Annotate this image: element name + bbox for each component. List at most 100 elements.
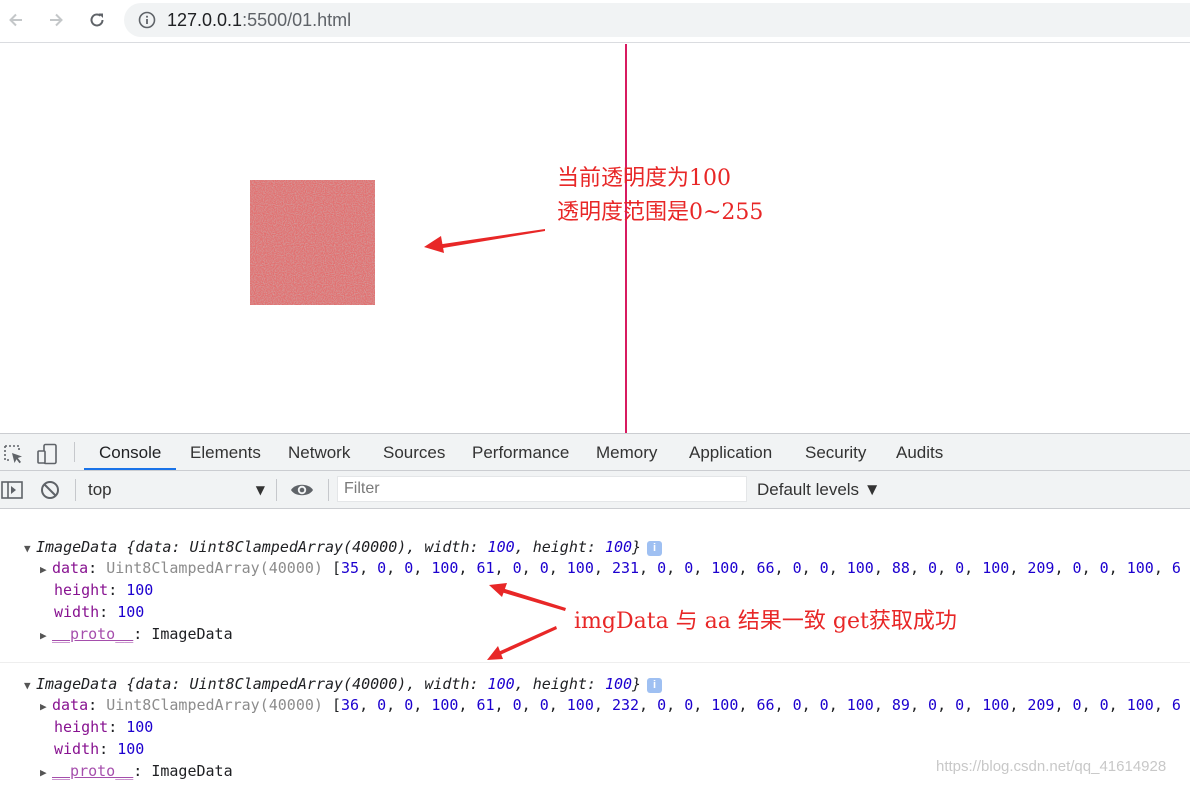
url-text[interactable]: 127.0.0.1:5500/01.html: [167, 9, 351, 31]
punctuation: ,: [548, 696, 567, 714]
punctuation: :: [88, 696, 107, 714]
property-value: ImageData: [151, 762, 233, 780]
punctuation: ,: [386, 696, 405, 714]
block-icon: [41, 481, 59, 499]
device-toolbar-button[interactable]: [36, 443, 60, 465]
array-value: 0: [377, 696, 387, 714]
tab-sources[interactable]: Sources: [383, 434, 445, 470]
reload-icon: [90, 13, 104, 27]
array-value: 0: [792, 696, 802, 714]
height-property: height: 100: [54, 579, 153, 601]
array-value: 66: [756, 559, 775, 577]
reload-button[interactable]: [84, 7, 110, 33]
punctuation: ,: [801, 696, 820, 714]
tab-application[interactable]: Application: [689, 434, 772, 470]
array-value: 66: [756, 696, 775, 714]
punctuation: ,: [458, 559, 477, 577]
context-selector[interactable]: top ▼: [81, 471, 271, 508]
array-value: 0: [1072, 696, 1082, 714]
punctuation: ,: [639, 696, 658, 714]
tab-elements[interactable]: Elements: [190, 434, 261, 470]
summary-text: {data: Uint8ClampedArray(40000), width:: [126, 675, 488, 693]
summary-text: , height:: [514, 538, 605, 556]
expand-triangle-icon[interactable]: ▶: [40, 696, 52, 718]
entry-summary[interactable]: ▼ ImageData {data: Uint8ClampedArray(4000…: [24, 536, 663, 560]
watermark: https://blog.csdn.net/qq_41614928: [936, 758, 1167, 775]
punctuation: ,: [548, 559, 567, 577]
punctuation: ,: [1081, 559, 1100, 577]
address-bar[interactable]: 127.0.0.1:5500/01.html: [124, 3, 1190, 37]
summary-height-value: 100: [604, 538, 633, 556]
data-property[interactable]: ▶ data: Uint8ClampedArray(40000) [35, 0, …: [40, 557, 1181, 579]
clear-console-button[interactable]: [38, 479, 62, 501]
punctuation: ,: [1153, 696, 1172, 714]
inspect-element-button[interactable]: [1, 443, 25, 465]
array-value: 100: [982, 559, 1010, 577]
summary-width-value: 100: [487, 538, 515, 556]
proto-property[interactable]: ▶ __proto__: ImageData: [40, 760, 233, 782]
tab-network[interactable]: Network: [288, 434, 350, 470]
console-toolbar: top ▼ Default levels ▼: [0, 471, 1190, 509]
punctuation: ,: [666, 696, 685, 714]
array-value: 89: [891, 696, 910, 714]
punctuation: ,: [521, 559, 540, 577]
height-property: height: 100: [54, 716, 153, 738]
back-button[interactable]: [3, 7, 29, 33]
tab-memory[interactable]: Memory: [596, 434, 657, 470]
entry-summary[interactable]: ▼ ImageData {data: Uint8ClampedArray(4000…: [24, 673, 663, 697]
live-expression-button[interactable]: [290, 479, 314, 501]
expand-triangle-icon[interactable]: ▶: [40, 762, 52, 784]
transparency-note: 当前透明度为100 透明度范围是0~255: [557, 162, 763, 230]
punctuation: ,: [1153, 559, 1172, 577]
forward-button[interactable]: [43, 7, 69, 33]
console-sidebar-button[interactable]: [0, 479, 24, 501]
array-value: 0: [512, 559, 522, 577]
punctuation: ,: [413, 696, 432, 714]
array-value: 100: [711, 559, 739, 577]
punctuation: ,: [1108, 696, 1127, 714]
property-type: Uint8ClampedArray(40000): [106, 559, 323, 577]
tab-audits[interactable]: Audits: [896, 434, 943, 470]
array-value: 61: [476, 696, 495, 714]
punctuation: ,: [801, 559, 820, 577]
expand-triangle-icon[interactable]: ▶: [40, 559, 52, 581]
expand-triangle-icon[interactable]: ▼: [24, 675, 36, 697]
punctuation: ,: [1054, 696, 1073, 714]
filter-input[interactable]: [337, 476, 747, 502]
toolbar-separator: [328, 479, 329, 501]
array-value: 0: [928, 559, 938, 577]
expand-triangle-icon[interactable]: ▶: [40, 625, 52, 647]
array-value: 0: [684, 559, 694, 577]
info-icon[interactable]: [138, 11, 156, 29]
array-value: 0: [1099, 696, 1109, 714]
property-type: Uint8ClampedArray(40000): [106, 696, 323, 714]
vertical-guide-line: [625, 44, 627, 433]
expand-triangle-icon[interactable]: ▼: [24, 538, 36, 560]
console-output: ▼ ImageData {data: Uint8ClampedArray(4000…: [0, 510, 1190, 786]
punctuation: ,: [964, 696, 983, 714]
punctuation: ,: [828, 696, 847, 714]
punctuation: [: [322, 696, 341, 714]
property-key: data: [52, 696, 89, 714]
tab-security[interactable]: Security: [805, 434, 866, 470]
array-value: 0: [955, 559, 965, 577]
punctuation: :: [99, 603, 118, 621]
punctuation: :: [108, 718, 127, 736]
punctuation: ,: [909, 696, 929, 714]
punctuation: :: [133, 625, 152, 643]
proto-property[interactable]: ▶ __proto__: ImageData: [40, 623, 233, 645]
toolbar-separator: [75, 479, 76, 501]
tab-performance[interactable]: Performance: [472, 434, 569, 470]
page-viewport: 当前透明度为100 透明度范围是0~255: [0, 44, 1190, 433]
array-value: 100: [1126, 696, 1154, 714]
array-value: 100: [566, 559, 594, 577]
data-property[interactable]: ▶ data: Uint8ClampedArray(40000) [36, 0, …: [40, 694, 1181, 716]
punctuation: ,: [937, 696, 956, 714]
log-levels-dropdown[interactable]: Default levels ▼: [757, 480, 881, 500]
tab-console[interactable]: Console: [84, 434, 177, 470]
url-host: 127.0.0.1: [167, 10, 243, 30]
array-value: 100: [431, 559, 459, 577]
summary-text: }: [632, 538, 642, 556]
punctuation: ,: [738, 696, 757, 714]
